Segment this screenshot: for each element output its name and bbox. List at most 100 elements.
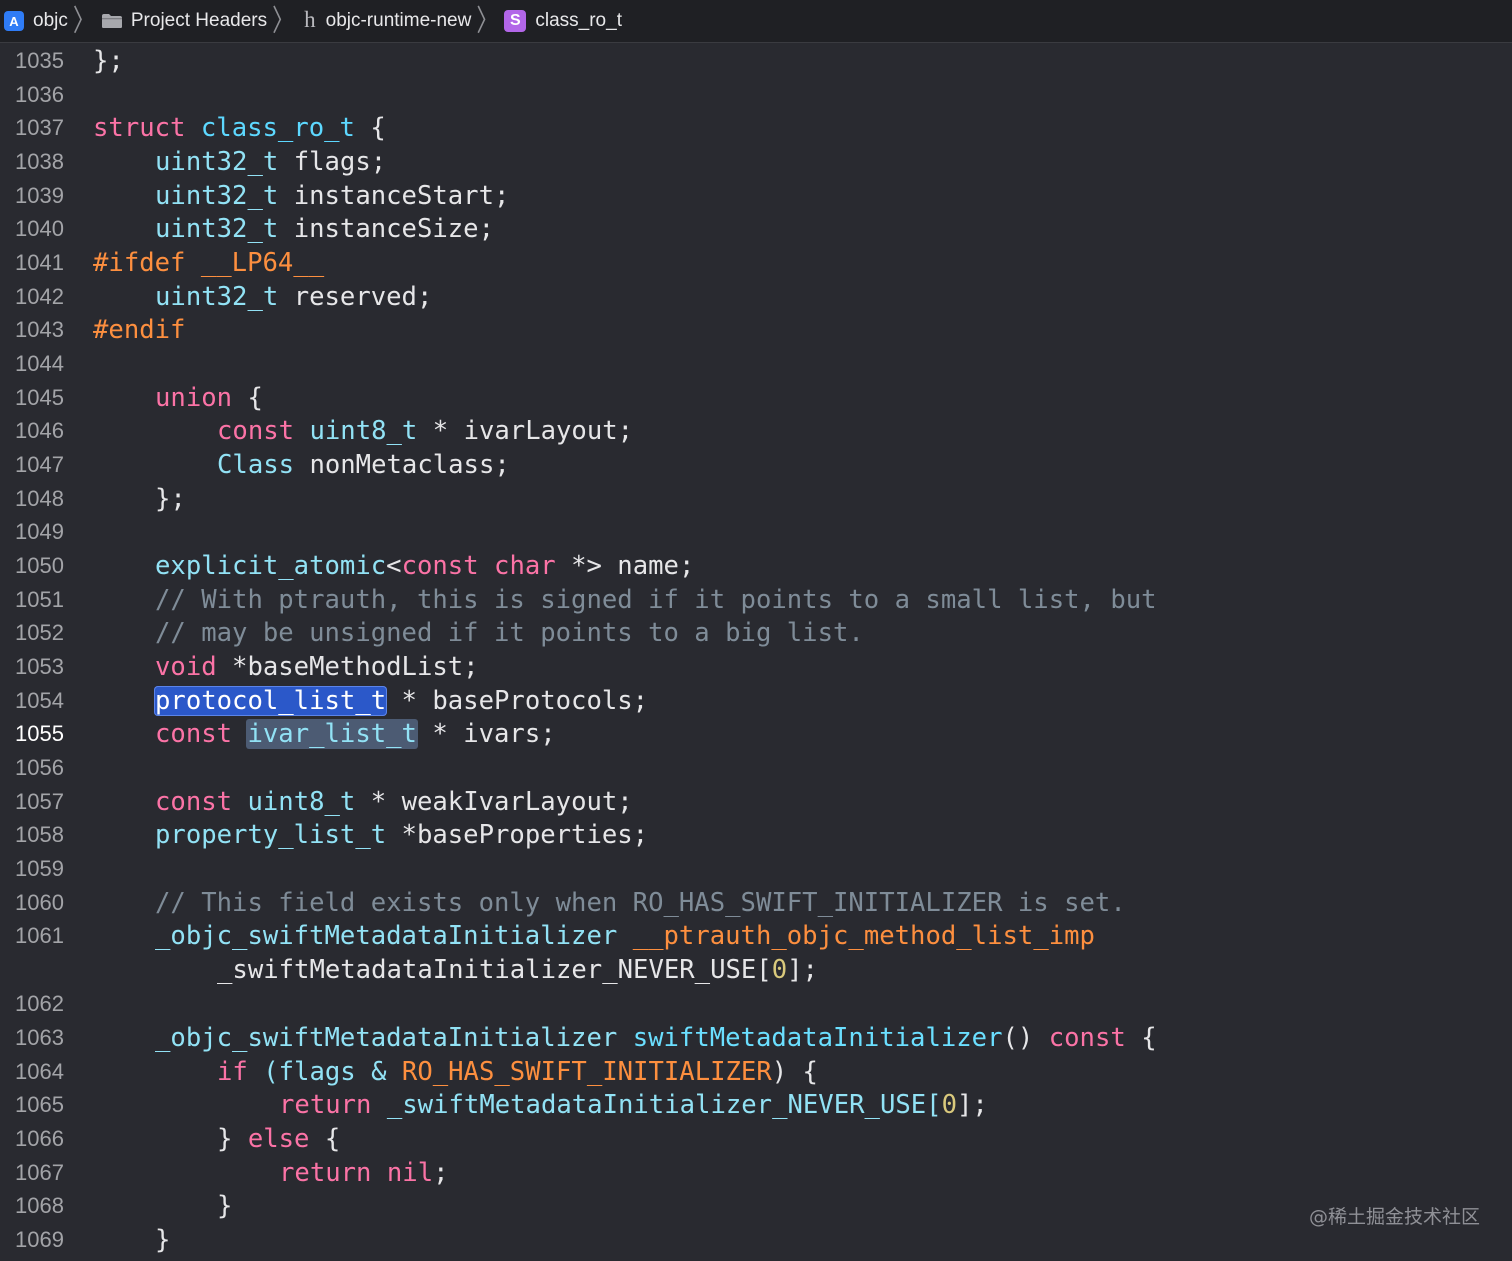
line-number: 1040 (15, 216, 64, 241)
code-text: _swiftMetadataInitializer_NEVER_USE[0]; (217, 955, 818, 985)
breadcrumb-item-class-ro-t[interactable]: S class_ro_t (504, 0, 622, 43)
source-editor[interactable]: 1035 }; 1036 1037 struct class_ro_t { 10… (0, 44, 1512, 1261)
code-line[interactable]: 1049 (0, 515, 1512, 549)
breadcrumb-label: Project Headers (130, 10, 268, 31)
code-text: const ivar_list_t * ivars; (155, 719, 556, 749)
code-line[interactable]: 1042 uint32_t reserved; (0, 280, 1512, 314)
line-number: 1066 (15, 1126, 64, 1151)
line-number: 1058 (15, 822, 64, 847)
breadcrumb-item-objc[interactable]: A objc (4, 0, 68, 43)
code-line[interactable]: 1037 struct class_ro_t { (0, 111, 1512, 145)
code-text: #ifdef __LP64__ (93, 248, 325, 278)
breadcrumb-label: objc-runtime-new (325, 10, 472, 31)
code-line[interactable]: 1044 (0, 347, 1512, 381)
line-number: 1036 (15, 82, 64, 107)
code-text: } (217, 1191, 233, 1221)
code-text: #endif (93, 315, 186, 345)
code-line[interactable]: 1060 // This field exists only when RO_H… (0, 886, 1512, 920)
code-text: struct class_ro_t { (93, 113, 386, 143)
watermark: @稀土掘金技术社区 (1308, 1206, 1480, 1228)
code-line[interactable]: 1057 const uint8_t * weakIvarLayout; (0, 785, 1512, 819)
line-number: 1047 (15, 452, 64, 477)
line-number: 1060 (15, 890, 64, 915)
code-line[interactable]: 1046 const uint8_t * ivarLayout; (0, 414, 1512, 448)
code-text: if (flags & RO_HAS_SWIFT_INITIALIZER) { (217, 1057, 818, 1087)
code-text: return _swiftMetadataInitializer_NEVER_U… (279, 1090, 988, 1120)
line-number: 1067 (15, 1160, 64, 1185)
code-text: const uint8_t * ivarLayout; (217, 416, 634, 446)
line-number: 1057 (15, 789, 64, 814)
struct-symbol-icon: S (504, 10, 527, 32)
line-number: 1061 (15, 923, 64, 948)
highlighted-symbol[interactable]: ivar_list_t (246, 719, 418, 749)
code-line[interactable]: 1064 if (flags & RO_HAS_SWIFT_INITIALIZE… (0, 1055, 1512, 1089)
breadcrumb-item-objc-runtime-new[interactable]: h objc-runtime-new (300, 0, 471, 43)
code-line[interactable]: 1047 Class nonMetaclass; (0, 448, 1512, 482)
line-number: 1038 (15, 149, 64, 174)
breadcrumb-item-project-headers[interactable]: Project Headers (101, 0, 267, 43)
code-line[interactable]: 1039 uint32_t instanceStart; (0, 179, 1512, 213)
code-text: }; (93, 46, 124, 76)
code-line[interactable]: 1067 return nil; (0, 1156, 1512, 1190)
code-line[interactable]: 1045 union { (0, 381, 1512, 415)
code-line[interactable]: 1065 return _swiftMetadataInitializer_NE… (0, 1088, 1512, 1122)
line-number-current: 1055 (15, 721, 64, 746)
code-line[interactable]: 1066 } else { (0, 1122, 1512, 1156)
line-number: 1064 (15, 1059, 64, 1084)
line-number: 1053 (15, 654, 64, 679)
line-number: 1054 (15, 688, 64, 713)
code-line[interactable]: 1062 (0, 987, 1512, 1021)
xcode-project-icon: A (4, 11, 24, 31)
code-line[interactable]: 1053 void *baseMethodList; (0, 650, 1512, 684)
line-number: 1046 (15, 418, 64, 443)
code-text: property_list_t *baseProperties; (155, 820, 649, 850)
code-line[interactable]: 1056 (0, 751, 1512, 785)
line-number: 1037 (15, 115, 64, 140)
line-number: 1039 (15, 183, 64, 208)
code-line[interactable]: 1038 uint32_t flags; (0, 145, 1512, 179)
code-text: uint32_t instanceSize; (155, 214, 495, 244)
line-number: 1062 (15, 991, 64, 1016)
line-number: 1041 (15, 250, 64, 275)
code-line[interactable]: 1054 protocol_list_t * baseProtocols; (0, 684, 1512, 718)
line-number: 1044 (15, 351, 64, 376)
code-line[interactable]: 1050 explicit_atomic<const char *> name; (0, 549, 1512, 583)
code-line-current[interactable]: 1055 const ivar_list_t * ivars; (0, 717, 1512, 751)
code-line[interactable]: 1068 } (0, 1189, 1512, 1223)
code-text: void *baseMethodList; (155, 652, 479, 682)
jump-bar: A objc 〉 Project Headers 〉 h objc-runtim… (0, 0, 1512, 43)
code-line[interactable]: 1063 _objc_swiftMetadataInitializer swif… (0, 1021, 1512, 1055)
code-line[interactable]: 1041 #ifdef __LP64__ (0, 246, 1512, 280)
header-file-icon: h (304, 7, 316, 32)
selected-symbol[interactable]: protocol_list_t (154, 686, 388, 716)
code-line[interactable]: 1043 #endif (0, 313, 1512, 347)
code-text: return nil; (279, 1158, 449, 1188)
line-number: 1068 (15, 1193, 64, 1218)
code-line[interactable]: 1069 } (0, 1223, 1512, 1257)
code-line-wrapped[interactable]: _swiftMetadataInitializer_NEVER_USE[0]; (0, 953, 1512, 987)
code-line[interactable]: 1058 property_list_t *baseProperties; (0, 818, 1512, 852)
code-text: union { (155, 383, 263, 413)
line-number: 1043 (15, 317, 64, 342)
line-number: 1056 (15, 755, 64, 780)
breadcrumb-separator: 〉 (272, 3, 295, 38)
code-text: uint32_t flags; (155, 147, 387, 177)
code-text: protocol_list_t * baseProtocols; (154, 686, 649, 716)
line-number: 1049 (15, 519, 64, 544)
code-text: }; (155, 484, 186, 514)
folder-icon (101, 13, 123, 29)
code-line[interactable]: 1048 }; (0, 482, 1512, 516)
code-line[interactable]: 1036 (0, 78, 1512, 112)
code-line[interactable]: 1035 }; (0, 44, 1512, 78)
line-number: 1052 (15, 620, 64, 645)
code-line[interactable]: 1052 // may be unsigned if it points to … (0, 616, 1512, 650)
code-line[interactable]: 1059 (0, 852, 1512, 886)
line-number: 1045 (15, 385, 64, 410)
breadcrumb-label: class_ro_t (535, 10, 622, 31)
code-line[interactable]: 1040 uint32_t instanceSize; (0, 212, 1512, 246)
code-line[interactable]: 1051 // With ptrauth, this is signed if … (0, 583, 1512, 617)
code-text: Class nonMetaclass; (217, 450, 510, 480)
line-number: 1063 (15, 1025, 64, 1050)
code-line[interactable]: 1061 _objc_swiftMetadataInitializer __pt… (0, 919, 1512, 953)
line-number: 1051 (15, 587, 64, 612)
